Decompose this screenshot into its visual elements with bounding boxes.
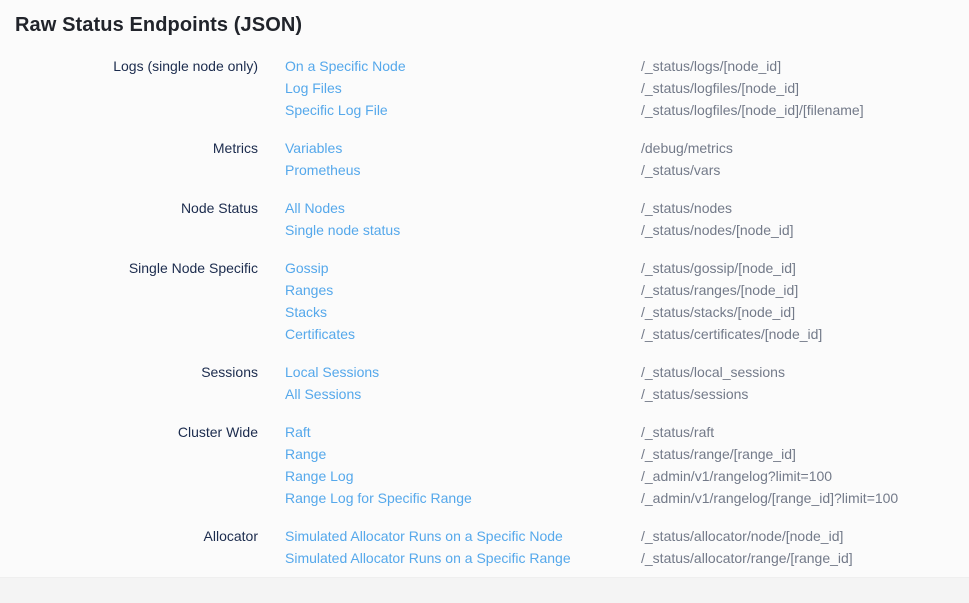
endpoint-path: /_status/logfiles/[node_id] — [641, 77, 954, 99]
endpoint-link[interactable]: Local Sessions — [285, 361, 641, 383]
endpoints-list: Logs (single node only) On a Specific Nod… — [15, 55, 954, 569]
endpoint-path: /_status/ranges/[node_id] — [641, 279, 954, 301]
endpoint-path: /_status/local_sessions — [641, 361, 954, 383]
section-category-label: Node Status — [15, 197, 258, 219]
endpoint-link[interactable]: Gossip — [285, 257, 641, 279]
section-paths-column: /_status/local_sessions/_status/sessions — [641, 361, 954, 405]
section-links-column: GossipRangesStacksCertificates — [285, 257, 641, 345]
endpoint-path: /_status/certificates/[node_id] — [641, 323, 954, 345]
endpoint-link[interactable]: Certificates — [285, 323, 641, 345]
section-category-label: Sessions — [15, 361, 258, 383]
endpoint-section: Sessions Local SessionsAll Sessions/_stat… — [15, 361, 954, 405]
section-links-column: VariablesPrometheus — [285, 137, 641, 181]
endpoint-path: /_status/allocator/node/[node_id] — [641, 525, 954, 547]
endpoint-path: /_status/sessions — [641, 383, 954, 405]
endpoint-link[interactable]: Ranges — [285, 279, 641, 301]
section-paths-column: /_status/nodes/_status/nodes/[node_id] — [641, 197, 954, 241]
endpoint-link[interactable]: Variables — [285, 137, 641, 159]
endpoint-link[interactable]: All Sessions — [285, 383, 641, 405]
endpoint-path: /_status/allocator/range/[range_id] — [641, 547, 954, 569]
section-links-column: All NodesSingle node status — [285, 197, 641, 241]
section-category-label: Metrics — [15, 137, 258, 159]
endpoint-section: Cluster Wide RaftRangeRange LogRange Log … — [15, 421, 954, 509]
section-category-label: Cluster Wide — [15, 421, 258, 443]
endpoint-path: /_admin/v1/rangelog/[range_id]?limit=100 — [641, 487, 954, 509]
section-links-column: Local SessionsAll Sessions — [285, 361, 641, 405]
endpoint-path: /_status/raft — [641, 421, 954, 443]
endpoint-path: /_status/stacks/[node_id] — [641, 301, 954, 323]
endpoint-path: /debug/metrics — [641, 137, 954, 159]
section-links-column: On a Specific NodeLog FilesSpecific Log … — [285, 55, 641, 121]
endpoint-link[interactable]: Log Files — [285, 77, 641, 99]
endpoint-link[interactable]: Specific Log File — [285, 99, 641, 121]
endpoint-path: /_status/gossip/[node_id] — [641, 257, 954, 279]
section-links-column: RaftRangeRange LogRange Log for Specific… — [285, 421, 641, 509]
endpoint-link[interactable]: Range — [285, 443, 641, 465]
endpoint-section: Logs (single node only) On a Specific Nod… — [15, 55, 954, 121]
endpoint-path: /_status/range/[range_id] — [641, 443, 954, 465]
endpoint-link[interactable]: Range Log — [285, 465, 641, 487]
endpoint-link[interactable]: Simulated Allocator Runs on a Specific N… — [285, 525, 641, 547]
endpoint-path: /_status/vars — [641, 159, 954, 181]
section-category-label: Logs (single node only) — [15, 55, 258, 77]
section-paths-column: /_status/logs/[node_id]/_status/logfiles… — [641, 55, 954, 121]
endpoint-path: /_admin/v1/rangelog?limit=100 — [641, 465, 954, 487]
endpoint-path: /_status/logs/[node_id] — [641, 55, 954, 77]
section-paths-column: /_status/gossip/[node_id]/_status/ranges… — [641, 257, 954, 345]
endpoint-section: Allocator Simulated Allocator Runs on a S… — [15, 525, 954, 569]
section-category-label: Single Node Specific — [15, 257, 258, 279]
section-paths-column: /_status/allocator/node/[node_id]/_statu… — [641, 525, 954, 569]
endpoint-link[interactable]: Raft — [285, 421, 641, 443]
endpoint-link[interactable]: Single node status — [285, 219, 641, 241]
page-title: Raw Status Endpoints (JSON) — [15, 14, 954, 37]
endpoint-link[interactable]: Range Log for Specific Range — [285, 487, 641, 509]
endpoint-link[interactable]: Prometheus — [285, 159, 641, 181]
endpoint-section: Metrics VariablesPrometheus/debug/metrics… — [15, 137, 954, 181]
debug-endpoints-page: Raw Status Endpoints (JSON) Logs (single… — [0, 0, 969, 569]
endpoint-section: Single Node Specific GossipRangesStacksCe… — [15, 257, 954, 345]
endpoint-path: /_status/nodes/[node_id] — [641, 219, 954, 241]
section-category-label: Allocator — [15, 525, 258, 547]
footer-strip — [0, 577, 969, 603]
endpoint-section: Node Status All NodesSingle node status/_… — [15, 197, 954, 241]
section-links-column: Simulated Allocator Runs on a Specific N… — [285, 525, 641, 569]
endpoint-link[interactable]: On a Specific Node — [285, 55, 641, 77]
endpoint-path: /_status/nodes — [641, 197, 954, 219]
endpoint-path: /_status/logfiles/[node_id]/[filename] — [641, 99, 954, 121]
section-paths-column: /_status/raft/_status/range/[range_id]/_… — [641, 421, 954, 509]
section-paths-column: /debug/metrics/_status/vars — [641, 137, 954, 181]
endpoint-link[interactable]: Stacks — [285, 301, 641, 323]
endpoint-link[interactable]: Simulated Allocator Runs on a Specific R… — [285, 547, 641, 569]
endpoint-link[interactable]: All Nodes — [285, 197, 641, 219]
